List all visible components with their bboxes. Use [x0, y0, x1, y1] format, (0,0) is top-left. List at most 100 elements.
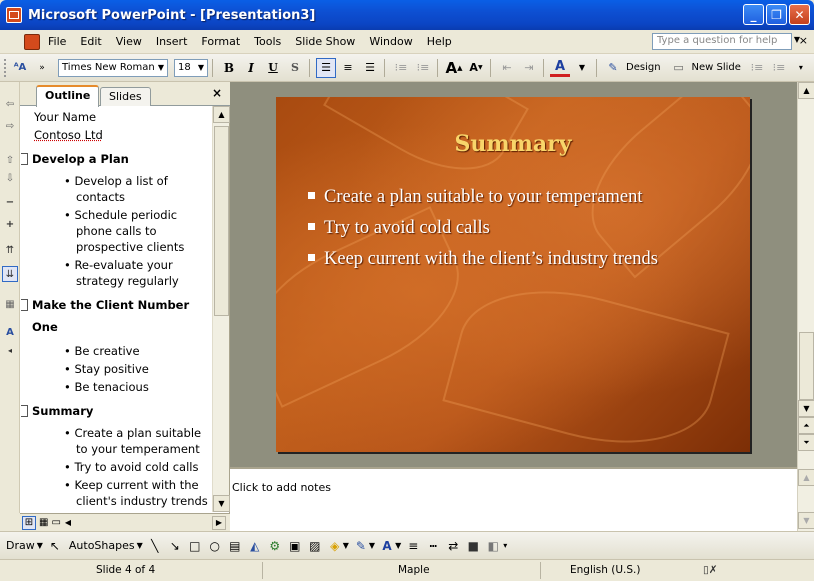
fill-color-icon[interactable]: ◈ [327, 538, 343, 554]
increase-font-size-icon[interactable]: A ▲ [444, 58, 464, 78]
new-slide-button[interactable]: New Slide [692, 62, 741, 73]
scroll-down-icon[interactable]: ▼ [798, 400, 814, 417]
demote-icon[interactable]: ⇨ [2, 118, 18, 134]
arrow-style-icon[interactable]: ⇄ [445, 538, 461, 554]
slide-show-view-icon[interactable]: ▭ [51, 517, 60, 528]
align-left-icon[interactable]: ☰ [316, 57, 336, 78]
rectangle-icon[interactable]: □ [187, 538, 203, 554]
font-color-draw-icon[interactable]: A [379, 538, 395, 554]
outline-line[interactable]: • Keep current with the [64, 478, 199, 492]
select-objects-icon[interactable]: ↖ [47, 538, 63, 554]
close-window-button[interactable]: ✕ [789, 4, 810, 25]
menu-file[interactable]: File [48, 35, 66, 48]
outline-line[interactable]: • Stay positive [64, 362, 149, 376]
line-icon[interactable]: ╲ [147, 538, 163, 554]
outline-line[interactable]: phone calls to [76, 224, 157, 238]
menu-view[interactable]: View [116, 35, 142, 48]
underline-button[interactable]: U [263, 58, 283, 78]
outline-line[interactable]: contacts [76, 190, 125, 204]
scroll-up-icon[interactable]: ▲ [213, 106, 230, 123]
menu-tools[interactable]: Tools [254, 35, 281, 48]
normal-view-icon[interactable]: ⊞ [22, 515, 36, 530]
toolbar-more-icon[interactable]: ▾ [503, 541, 507, 550]
outline-scrollbar[interactable]: ▲ ▼ [212, 106, 230, 512]
expand-all-icon[interactable]: ⇊ [2, 266, 18, 282]
menu-insert[interactable]: Insert [156, 35, 188, 48]
collapse-outline-icon[interactable]: − [2, 194, 18, 210]
font-size-combo[interactable]: 18 ▼ [174, 58, 208, 77]
menu-window[interactable]: Window [369, 35, 412, 48]
document-close-button[interactable]: × [799, 34, 808, 47]
chevron-down-icon[interactable]: ▼ [369, 541, 375, 550]
toolbar-options-icon[interactable]: » [32, 58, 52, 78]
outline-slide-title[interactable]: Summary [32, 404, 93, 418]
text-box-icon[interactable]: ▤ [227, 538, 243, 554]
next-slide-icon[interactable]: ⏷ [798, 434, 814, 451]
slide-marker-icon[interactable] [21, 299, 28, 311]
scroll-thumb[interactable] [214, 126, 229, 316]
decrease-font-size-icon[interactable]: A ▼ [466, 58, 486, 78]
outline-line[interactable]: Contoso Ltd [34, 128, 103, 142]
expand-icon[interactable]: ⁝≡ [747, 58, 767, 78]
menu-slide-show[interactable]: Slide Show [295, 35, 355, 48]
promote-icon[interactable]: ⇦ [2, 96, 18, 112]
restore-button[interactable]: ❐ [766, 4, 787, 25]
outline-format-icon[interactable]: ᴬA [10, 58, 30, 78]
summary-slide-icon[interactable]: ▦ [2, 296, 18, 312]
chevron-down-icon[interactable]: ▼ [137, 541, 143, 550]
scroll-thumb[interactable] [799, 332, 814, 400]
outline-line[interactable]: client's industry trends [76, 494, 208, 508]
numbering-icon[interactable]: ⁝≡ [391, 58, 411, 78]
outline-line[interactable]: One [32, 320, 58, 334]
chevron-down-icon[interactable]: ▼ [572, 58, 592, 78]
chevron-down-icon[interactable]: ▼ [343, 541, 349, 550]
outline-line[interactable]: Your Name [34, 110, 96, 124]
slide-marker-icon[interactable] [21, 405, 28, 417]
increase-indent-icon[interactable]: ⇥ [519, 58, 539, 78]
align-center-icon[interactable]: ≡ [338, 58, 358, 78]
slide-canvas[interactable]: Summary Create a plan suitable to your t… [276, 97, 750, 452]
move-down-icon[interactable]: ⇩ [2, 170, 18, 186]
chevron-down-icon[interactable]: ▼ [395, 541, 401, 550]
expand-outline-icon[interactable]: + [2, 216, 18, 232]
collapse-all-icon[interactable]: ⇈ [2, 242, 18, 258]
diagram-icon[interactable]: ⚙ [267, 538, 283, 554]
notes-placeholder[interactable]: Click to add notes [232, 481, 331, 494]
outline-line[interactable]: • Schedule periodic [64, 208, 177, 222]
scroll-up-icon[interactable]: ▲ [798, 82, 814, 99]
line-style-icon[interactable]: ≡ [405, 538, 421, 554]
clip-art-icon[interactable]: ▣ [287, 538, 303, 554]
outline-line[interactable]: • Create a plan suitable [64, 426, 201, 440]
outline-line[interactable]: • Be tenacious [64, 380, 149, 394]
scroll-down-icon[interactable]: ▼ [798, 512, 814, 529]
notes-pane[interactable]: Click to add notes [230, 467, 797, 531]
scroll-up-icon[interactable]: ▲ [798, 469, 814, 486]
slide-marker-icon[interactable] [21, 153, 28, 165]
shadow-button[interactable]: S [285, 58, 305, 78]
previous-slide-icon[interactable]: ⏶ [798, 417, 814, 434]
autoshapes-button[interactable]: AutoShapes [69, 539, 135, 552]
menu-format[interactable]: Format [201, 35, 240, 48]
document-icon[interactable] [24, 33, 40, 50]
outline-line[interactable]: • Try to avoid cold calls [64, 460, 198, 474]
3d-style-icon[interactable]: ◧ [485, 538, 501, 554]
design-icon[interactable]: ✎ [603, 58, 623, 78]
new-slide-icon[interactable]: ▭ [669, 58, 689, 78]
slide-bullet[interactable]: Create a plan suitable to your temperame… [308, 187, 643, 208]
toolbar-more-icon[interactable]: ▾ [791, 58, 811, 78]
wordart-icon[interactable]: ◭ [247, 538, 263, 554]
toolbar-grip[interactable] [4, 58, 8, 77]
show-formatting-icon[interactable]: A [2, 324, 18, 340]
align-right-icon[interactable]: ☰ [360, 58, 380, 78]
ask-question-input[interactable]: Type a question for help [652, 33, 792, 50]
outline-line[interactable]: to your temperament [76, 442, 200, 456]
draw-menu-button[interactable]: Draw [6, 539, 35, 552]
collapse-icon[interactable]: ⁝≡ [769, 58, 789, 78]
move-up-icon[interactable]: ⇧ [2, 152, 18, 168]
outline-line[interactable]: • Develop a list of [64, 174, 168, 188]
arrow-icon[interactable]: ↘ [167, 538, 183, 554]
outline-line[interactable]: • Be creative [64, 344, 140, 358]
bullets-icon[interactable]: ⁝≡ [413, 58, 433, 78]
outline-slide-title[interactable]: Develop a Plan [32, 152, 129, 166]
strip-more-icon[interactable]: ◂ [2, 342, 18, 358]
